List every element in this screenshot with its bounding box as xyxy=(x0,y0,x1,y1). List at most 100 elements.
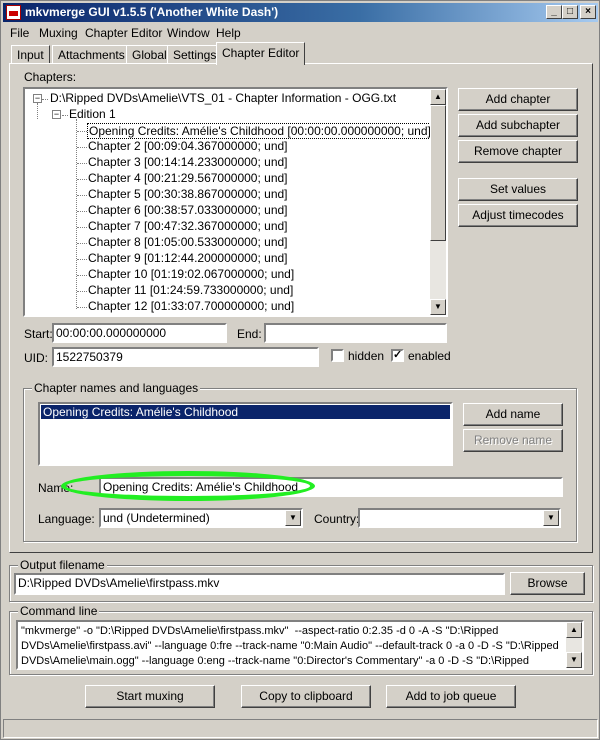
menu-file[interactable]: File xyxy=(10,26,29,40)
chapter-item[interactable]: Chapter 10 [01:19:02.067000000; und] xyxy=(88,267,294,283)
scroll-down-icon[interactable]: ▼ xyxy=(430,299,446,315)
remove-chapter-button[interactable]: Remove chapter xyxy=(458,140,578,163)
add-chapter-button[interactable]: Add chapter xyxy=(458,88,578,111)
command-line-3: DVDs\Amelie\main.ogg" --language 0:eng -… xyxy=(21,655,530,667)
add-subchapter-button[interactable]: Add subchapter xyxy=(458,114,578,137)
name-input[interactable]: Opening Credits: Amélie's Childhood xyxy=(99,477,563,497)
hidden-label: hidden xyxy=(348,349,385,363)
tree-scrollbar[interactable]: ▲ ▼ xyxy=(430,89,446,315)
chapter-item[interactable]: Chapter 3 [00:14:14.233000000; und] xyxy=(88,155,288,171)
chapter-item[interactable]: Chapter 9 [01:12:44.200000000; und] xyxy=(88,251,288,267)
enabled-checkbox[interactable]: ✓ xyxy=(391,349,404,362)
start-input[interactable]: 00:00:00.000000000 xyxy=(52,323,227,343)
tab-attachments[interactable]: Attachments xyxy=(52,45,131,64)
chapters-label: Chapters: xyxy=(24,70,77,84)
name-label: Name: xyxy=(38,481,74,495)
tree-guide xyxy=(77,259,87,260)
tree-guide xyxy=(77,147,87,148)
tree-collapse-icon[interactable]: − xyxy=(33,94,42,103)
main-window: mkvmerge GUI v1.5.5 ('Another White Dash… xyxy=(0,0,600,740)
remove-name-button[interactable]: Remove name xyxy=(463,429,563,452)
hidden-checkbox[interactable] xyxy=(331,349,344,362)
language-value: und (Undetermined) xyxy=(103,511,210,525)
names-list-item[interactable]: Opening Credits: Amélie's Childhood xyxy=(41,405,450,419)
names-list[interactable]: Opening Credits: Amélie's Childhood xyxy=(38,402,453,466)
tab-global[interactable]: Global xyxy=(126,45,173,64)
window-title: mkvmerge GUI v1.5.5 ('Another White Dash… xyxy=(25,5,279,19)
uid-value: 1522750379 xyxy=(56,350,123,364)
scroll-up-icon[interactable]: ▲ xyxy=(430,89,446,105)
add-name-button[interactable]: Add name xyxy=(463,403,563,426)
chapter-item[interactable]: Chapter 11 [01:24:59.733000000; und] xyxy=(88,283,293,299)
uid-input[interactable]: 1522750379 xyxy=(52,347,319,367)
chapter-item[interactable]: Chapter 5 [00:30:38.867000000; und] xyxy=(88,187,288,203)
end-label: End: xyxy=(237,327,262,341)
app-icon xyxy=(6,5,21,20)
tree-guide xyxy=(77,211,87,212)
tree-guide xyxy=(77,131,87,132)
start-muxing-button[interactable]: Start muxing xyxy=(85,685,215,708)
start-label: Start: xyxy=(24,327,53,341)
menu-window[interactable]: Window xyxy=(167,26,210,40)
chapter-item[interactable]: Chapter 8 [01:05:00.533000000; und] xyxy=(88,235,288,251)
language-select[interactable]: und (Undetermined) ▼ xyxy=(99,508,303,528)
scroll-up-icon[interactable]: ▲ xyxy=(566,622,582,638)
status-bar xyxy=(3,719,598,738)
language-dropdown-icon[interactable]: ▼ xyxy=(285,510,301,526)
tree-guide xyxy=(77,195,87,196)
tree-guide xyxy=(77,243,87,244)
country-dropdown-icon[interactable]: ▼ xyxy=(543,510,559,526)
chapter-item[interactable]: Chapter 7 [00:47:32.367000000; und] xyxy=(88,219,288,235)
command-line-text: "mkvmerge" -o "D:\Ripped DVDs\Amelie\fir… xyxy=(21,624,559,669)
menu-chapter-editor[interactable]: Chapter Editor xyxy=(85,26,162,40)
tree-edition-node[interactable]: Edition 1 xyxy=(69,107,116,123)
output-filename-input[interactable]: D:\Ripped DVDs\Amelie\firstpass.mkv xyxy=(14,573,505,595)
chapter-item[interactable]: Chapter 4 [00:21:29.567000000; und] xyxy=(88,171,288,187)
command-line-box[interactable]: "mkvmerge" -o "D:\Ripped DVDs\Amelie\fir… xyxy=(16,620,584,670)
tree-guide xyxy=(77,275,87,276)
scroll-down-icon[interactable]: ▼ xyxy=(566,652,582,668)
tree-guide xyxy=(42,99,48,100)
language-label: Language: xyxy=(38,512,95,526)
chapter-item[interactable]: Chapter 6 [00:38:57.033000000; und] xyxy=(88,203,288,219)
tree-guide xyxy=(77,307,87,308)
adjust-timecodes-button[interactable]: Adjust timecodes xyxy=(458,204,578,227)
copy-to-clipboard-button[interactable]: Copy to clipboard xyxy=(241,685,371,708)
tab-chapter-editor[interactable]: Chapter Editor xyxy=(216,42,306,65)
tree-guide xyxy=(77,227,87,228)
menu-help[interactable]: Help xyxy=(216,26,241,40)
command-title: Command line xyxy=(18,604,100,618)
set-values-button[interactable]: Set values xyxy=(458,178,578,201)
country-select[interactable]: ▼ xyxy=(358,508,561,528)
menu-muxing[interactable]: Muxing xyxy=(39,26,78,40)
command-line-1: "mkvmerge" -o "D:\Ripped DVDs\Amelie\fir… xyxy=(21,625,499,637)
title-bar[interactable]: mkvmerge GUI v1.5.5 ('Another White Dash… xyxy=(3,3,598,22)
minimize-button[interactable]: _ xyxy=(546,5,562,19)
scroll-thumb[interactable] xyxy=(430,105,446,241)
tree-guide xyxy=(77,163,87,164)
tree-guide xyxy=(37,103,38,119)
output-filename-value: D:\Ripped DVDs\Amelie\firstpass.mkv xyxy=(18,576,220,590)
chapter-item[interactable]: Chapter 2 [00:09:04.367000000; und] xyxy=(88,139,288,155)
name-value: Opening Credits: Amélie's Childhood xyxy=(103,480,299,494)
browse-button[interactable]: Browse xyxy=(510,572,585,595)
tree-guide xyxy=(77,291,87,292)
check-icon: ✓ xyxy=(393,349,403,361)
close-button[interactable]: × xyxy=(580,5,596,19)
command-scrollbar[interactable]: ▲ ▼ xyxy=(566,622,582,668)
end-input[interactable] xyxy=(264,323,447,343)
country-label: Country: xyxy=(314,512,360,526)
chapter-tree[interactable]: − D:\Ripped DVDs\Amelie\VTS_01 - Chapter… xyxy=(23,87,448,317)
maximize-button[interactable]: □ xyxy=(562,5,578,19)
tree-collapse-icon[interactable]: − xyxy=(52,110,61,119)
chapter-item[interactable]: Chapter 12 [01:33:07.700000000; und] xyxy=(88,299,294,315)
tab-settings[interactable]: Settings xyxy=(167,45,223,64)
uid-label: UID: xyxy=(24,351,48,365)
tab-input[interactable]: Input xyxy=(11,45,50,64)
add-to-job-queue-button[interactable]: Add to job queue xyxy=(386,685,516,708)
chapter-names-title: Chapter names and languages xyxy=(32,381,201,395)
start-value: 00:00:00.000000000 xyxy=(56,326,167,340)
chapter-item[interactable]: Opening Credits: Amélie's Childhood [00:… xyxy=(87,123,433,139)
tree-file-node[interactable]: D:\Ripped DVDs\Amelie\VTS_01 - Chapter I… xyxy=(50,91,396,107)
tree-guide xyxy=(62,115,68,116)
